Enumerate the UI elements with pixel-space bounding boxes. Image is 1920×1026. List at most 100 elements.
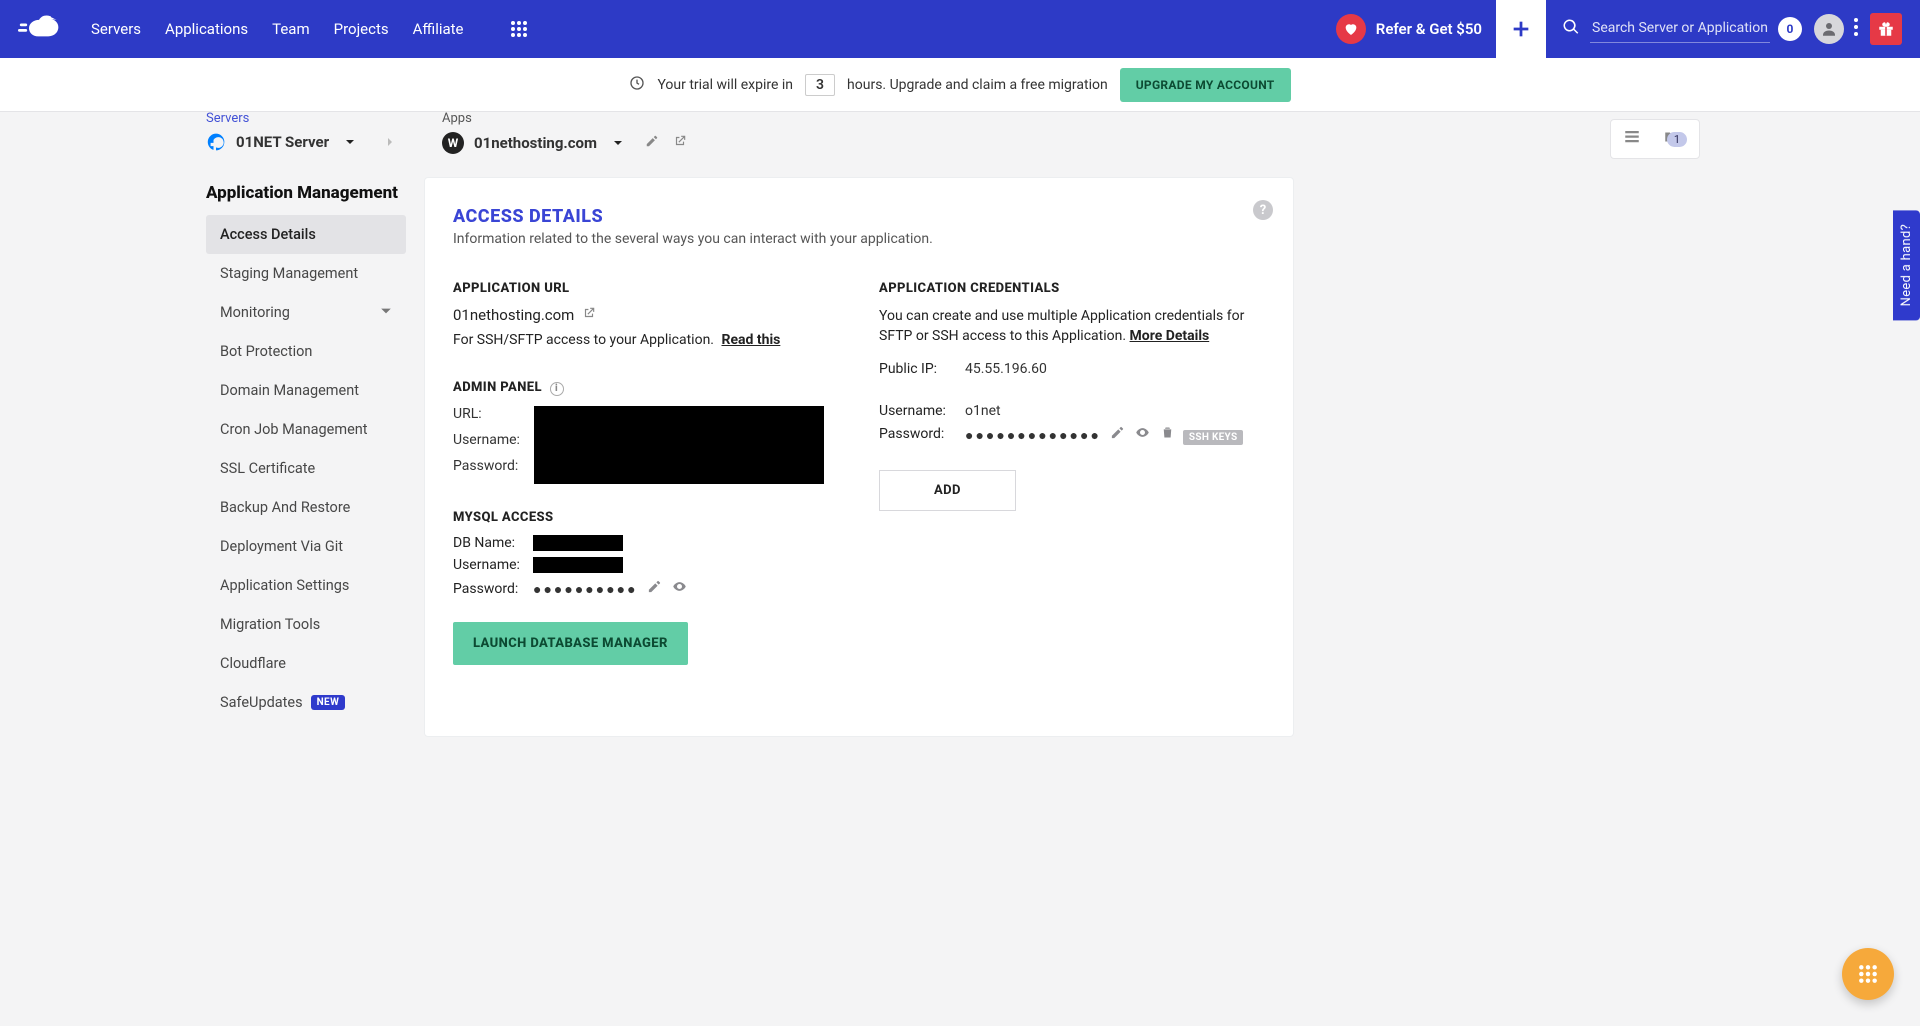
sidebar-item-git[interactable]: Deployment Via Git <box>206 527 406 566</box>
sidebar-item-domain[interactable]: Domain Management <box>206 371 406 410</box>
sidebar-item-safeupdates[interactable]: SafeUpdatesNEW <box>206 683 406 722</box>
heart-icon <box>1336 14 1366 44</box>
server-selector[interactable]: 01NET Server <box>206 132 412 152</box>
credentials-note: You can create and use multiple Applicat… <box>879 306 1265 347</box>
left-column: APPLICATION URL 01nethosting.com For SSH… <box>453 275 839 665</box>
nav-team[interactable]: Team <box>272 20 310 38</box>
sidebar-item-backup[interactable]: Backup And Restore <box>206 488 406 527</box>
access-details-panel: ? ACCESS DETAILS Information related to … <box>424 177 1294 737</box>
nav-applications[interactable]: Applications <box>165 20 248 38</box>
add-button[interactable] <box>1496 0 1546 58</box>
sidebar-item-migration[interactable]: Migration Tools <box>206 605 406 644</box>
nav-affiliate[interactable]: Affiliate <box>413 20 464 38</box>
app-name: 01nethosting.com <box>474 134 597 152</box>
sidebar-item-bot-protection[interactable]: Bot Protection <box>206 332 406 371</box>
sidebar-item-label: Backup And Restore <box>220 499 350 516</box>
sidebar-item-label: Cloudflare <box>220 655 286 672</box>
cred-user-value: o1net <box>965 403 1265 419</box>
cred-pass-label: Password: <box>879 426 965 442</box>
help-icon[interactable]: ? <box>1253 200 1273 220</box>
section-admin-panel: ADMIN PANEL i <box>453 380 839 396</box>
panel-title: ACCESS DETAILS <box>453 206 1265 227</box>
redacted-admin-block <box>534 406 824 484</box>
db-pass-label: Password: <box>453 581 533 597</box>
db-user-label: Username: <box>453 557 533 573</box>
caret-down-icon <box>613 134 623 152</box>
sidebar-item-label: Domain Management <box>220 382 359 399</box>
sidebar-item-monitoring[interactable]: Monitoring <box>206 293 406 332</box>
admin-url-label: URL: <box>453 406 520 422</box>
eye-icon[interactable] <box>672 579 687 598</box>
refer-link[interactable]: Refer & Get $50 <box>1336 14 1482 44</box>
chevron-down-icon <box>380 304 392 321</box>
need-a-hand-button[interactable]: Need a hand? <box>1893 210 1920 320</box>
topbar: Servers Applications Team Projects Affil… <box>0 0 1920 58</box>
top-nav: Servers Applications Team Projects Affil… <box>91 20 528 38</box>
trash-icon[interactable] <box>1160 425 1175 444</box>
read-this-link[interactable]: Read this <box>721 332 780 348</box>
caret-down-icon <box>345 133 355 151</box>
servers-breadcrumb-label[interactable]: Servers <box>206 111 412 126</box>
nav-servers[interactable]: Servers <box>91 20 141 38</box>
sidebar-item-label: Staging Management <box>220 265 358 282</box>
search-icon[interactable] <box>1562 18 1580 40</box>
db-pass-mask: ●●●●●●●●●● <box>533 582 638 598</box>
db-name-label: DB Name: <box>453 535 533 551</box>
trial-prefix: Your trial will expire in <box>657 77 793 93</box>
trial-hours: 3 <box>805 74 835 96</box>
sidebar-item-ssl[interactable]: SSL Certificate <box>206 449 406 488</box>
admin-user-label: Username: <box>453 432 520 448</box>
info-icon[interactable]: i <box>550 382 564 396</box>
sidebar-item-label: Application Settings <box>220 577 349 594</box>
fab-grid-button[interactable] <box>1842 948 1894 1000</box>
server-name: 01NET Server <box>236 133 329 151</box>
gift-icon[interactable] <box>1870 13 1902 45</box>
edit-icon[interactable] <box>645 134 659 152</box>
app-url-value[interactable]: 01nethosting.com <box>453 306 574 324</box>
folder-count-badge: 1 <box>1667 132 1687 147</box>
sidebar-item-app-settings[interactable]: Application Settings <box>206 566 406 605</box>
sidebar-item-staging[interactable]: Staging Management <box>206 254 406 293</box>
sidebar-item-label: Deployment Via Git <box>220 538 343 555</box>
sidebar-item-cron[interactable]: Cron Job Management <box>206 410 406 449</box>
sidebar-item-cloudflare[interactable]: Cloudflare <box>206 644 406 683</box>
public-ip-label: Public IP: <box>879 361 965 377</box>
edit-icon[interactable] <box>1110 425 1125 444</box>
kebab-menu-icon[interactable] <box>1854 18 1858 40</box>
panel-subtitle: Information related to the several ways … <box>453 231 1265 247</box>
ssh-keys-badge[interactable]: SSH KEYS <box>1183 430 1244 445</box>
search-input[interactable] <box>1590 16 1770 43</box>
eye-icon[interactable] <box>1135 425 1150 444</box>
section-mysql: MYSQL ACCESS <box>453 510 839 525</box>
add-credentials-button[interactable]: ADD <box>879 470 1016 511</box>
notification-count[interactable]: 0 <box>1778 17 1802 41</box>
app-selector[interactable]: W 01nethosting.com <box>442 132 687 154</box>
cred-pass-mask: ●●●●●●●●●●●●● <box>965 428 1101 444</box>
search-container <box>1562 16 1770 43</box>
edit-icon[interactable] <box>647 579 662 598</box>
sidebar: Application Management Access Details St… <box>206 177 406 722</box>
apps-grid-icon[interactable] <box>510 20 528 38</box>
list-view-icon[interactable] <box>1623 128 1641 150</box>
sidebar-item-label: Access Details <box>220 226 316 243</box>
external-link-icon[interactable] <box>673 134 687 152</box>
sidebar-item-label: Bot Protection <box>220 343 312 360</box>
sidebar-item-label: SafeUpdates <box>220 694 303 711</box>
breadcrumb-row: Servers 01NET Server Apps W 01nethosting… <box>0 111 1920 177</box>
external-link-icon[interactable] <box>582 306 596 324</box>
sidebar-title: Application Management <box>206 183 406 203</box>
clock-icon <box>629 75 645 95</box>
sidebar-item-label: SSL Certificate <box>220 460 315 477</box>
section-credentials: APPLICATION CREDENTIALS <box>879 281 1265 296</box>
launch-db-manager-button[interactable]: LAUNCH DATABASE MANAGER <box>453 622 688 665</box>
more-details-link[interactable]: More Details <box>1130 328 1210 344</box>
sidebar-item-label: Monitoring <box>220 304 290 321</box>
upgrade-account-button[interactable]: UPGRADE MY ACCOUNT <box>1120 68 1291 102</box>
logo[interactable] <box>18 14 73 44</box>
digitalocean-icon <box>206 132 226 152</box>
sidebar-item-label: Cron Job Management <box>220 421 368 438</box>
avatar[interactable] <box>1814 14 1844 44</box>
nav-projects[interactable]: Projects <box>334 20 389 38</box>
public-ip-value: 45.55.196.60 <box>965 361 1265 377</box>
sidebar-item-access-details[interactable]: Access Details <box>206 215 406 254</box>
